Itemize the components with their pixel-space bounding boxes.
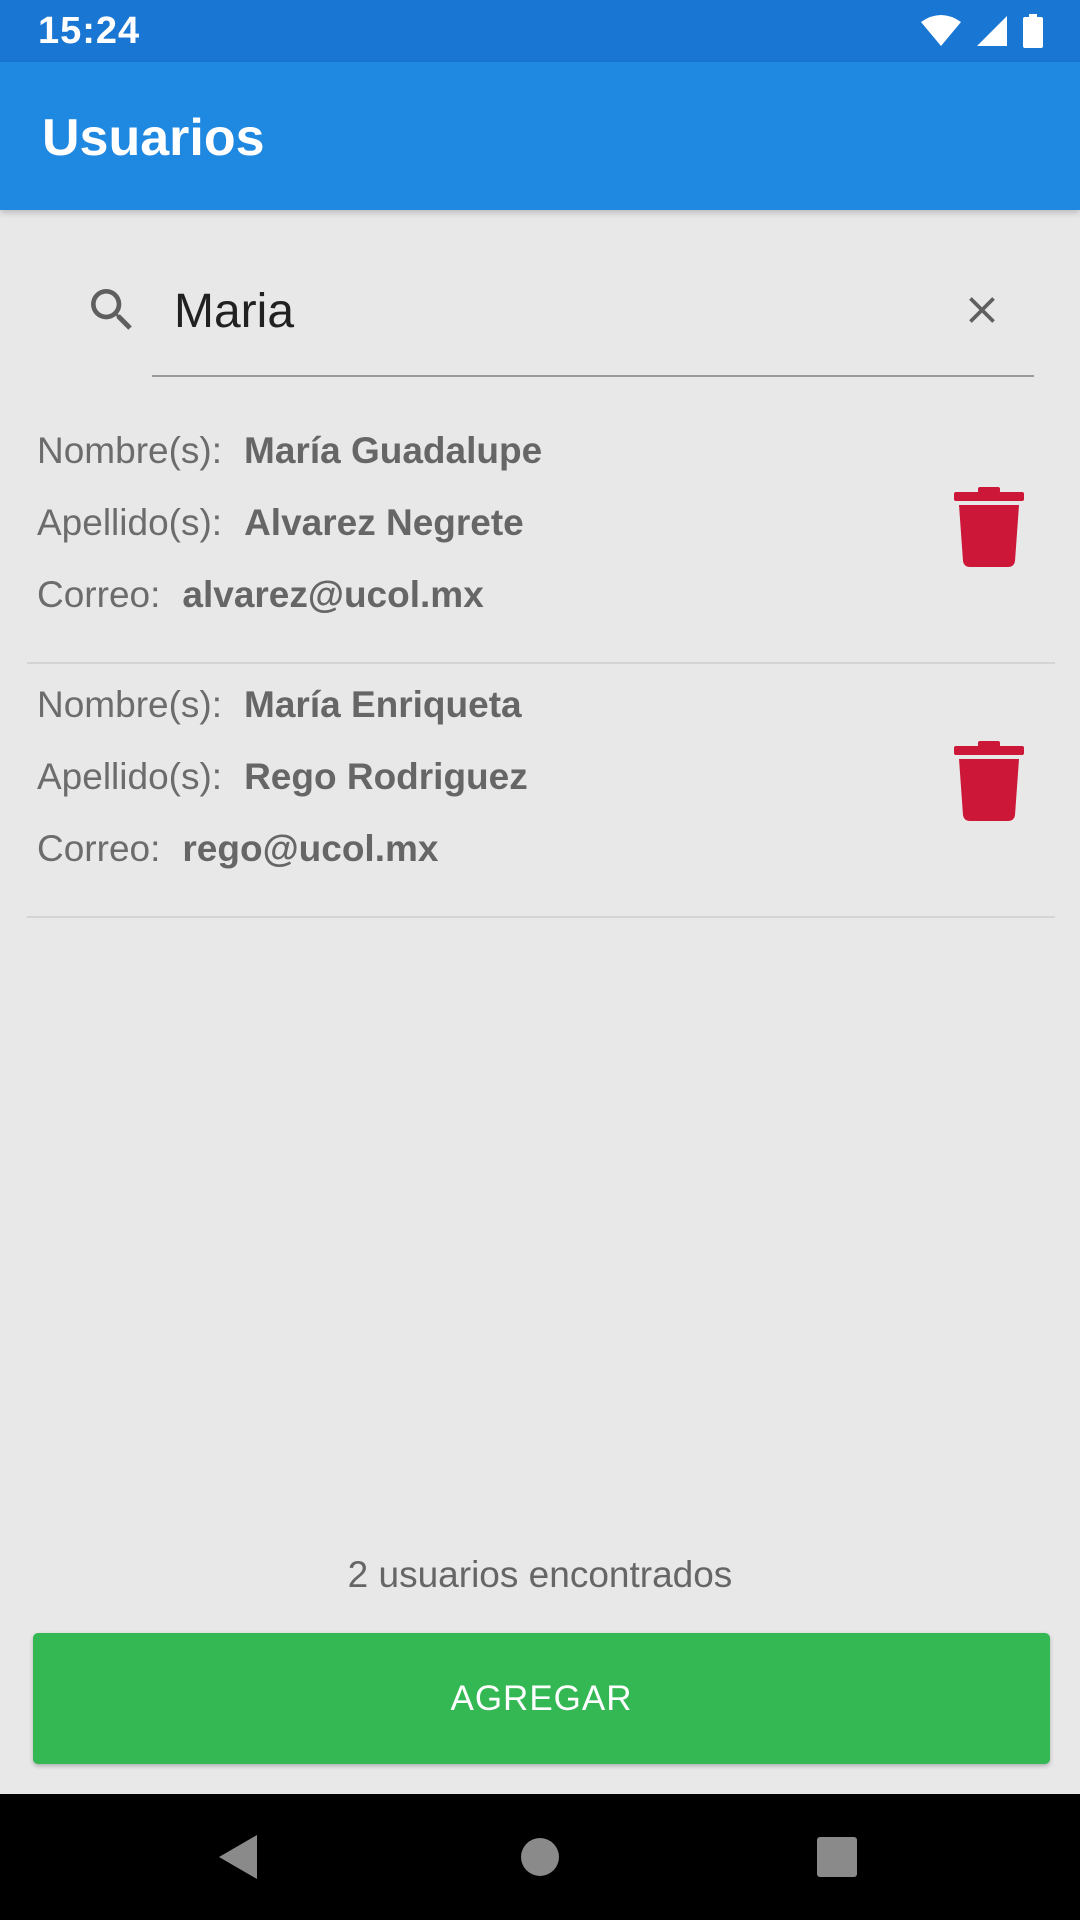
search-input[interactable]: [152, 268, 912, 354]
search-bar: [0, 262, 1080, 378]
divider: [27, 916, 1055, 918]
apellido-row: Apellido(s): Alvarez Negrete: [37, 502, 524, 544]
status-bar: 15:24: [0, 0, 1080, 62]
list-item[interactable]: Nombre(s): María Enriqueta Apellido(s): Re…: [0, 664, 1080, 918]
correo-value: rego@ucol.mx: [182, 828, 439, 869]
correo-row: Correo: alvarez@ucol.mx: [37, 574, 484, 616]
delete-button[interactable]: [946, 478, 1032, 576]
home-icon: [521, 1838, 559, 1876]
search-icon: [91, 289, 132, 330]
nombre-row: Nombre(s): María Enriqueta: [37, 684, 522, 726]
correo-label: Correo:: [37, 828, 161, 869]
nombre-value: María Guadalupe: [244, 430, 543, 471]
app-bar: Usuarios: [0, 62, 1080, 210]
signal-icon: [977, 16, 1007, 46]
nombre-label: Nombre(s):: [37, 430, 223, 471]
add-button[interactable]: AGREGAR: [33, 1633, 1050, 1764]
correo-row: Correo: rego@ucol.mx: [37, 828, 438, 870]
delete-button[interactable]: [946, 732, 1032, 830]
user-list: Nombre(s): María Guadalupe Apellido(s): Al…: [0, 410, 1080, 918]
home-button[interactable]: [507, 1824, 573, 1890]
apellido-row: Apellido(s): Rego Rodriguez: [37, 756, 528, 798]
recents-icon: [817, 1837, 857, 1877]
apellido-value: Alvarez Negrete: [244, 502, 524, 543]
apellido-label: Apellido(s):: [37, 502, 223, 543]
page-title: Usuarios: [42, 109, 265, 167]
nombre-value: María Enriqueta: [244, 684, 522, 725]
nombre-row: Nombre(s): María Guadalupe: [37, 430, 542, 472]
close-icon: [969, 297, 995, 323]
recents-button[interactable]: [804, 1824, 870, 1890]
wifi-icon: [921, 15, 961, 46]
trash-icon: [954, 487, 1024, 567]
correo-label: Correo:: [37, 574, 161, 615]
back-icon: [219, 1835, 257, 1879]
result-count: 2 usuarios encontrados: [347, 1554, 733, 1595]
clear-search-button[interactable]: [956, 284, 1008, 336]
back-button[interactable]: [206, 1824, 272, 1890]
battery-icon: [1023, 14, 1043, 48]
correo-value: alvarez@ucol.mx: [182, 574, 484, 615]
trash-icon: [954, 741, 1024, 821]
status-icons: [920, 12, 1044, 50]
apellido-value: Rego Rodriguez: [244, 756, 528, 797]
list-item[interactable]: Nombre(s): María Guadalupe Apellido(s): Al…: [0, 410, 1080, 664]
search-underline: [152, 375, 1034, 377]
apellido-label: Apellido(s):: [37, 756, 223, 797]
navigation-bar: [0, 1794, 1080, 1920]
status-time: 15:24: [38, 10, 141, 52]
nombre-label: Nombre(s):: [37, 684, 223, 725]
